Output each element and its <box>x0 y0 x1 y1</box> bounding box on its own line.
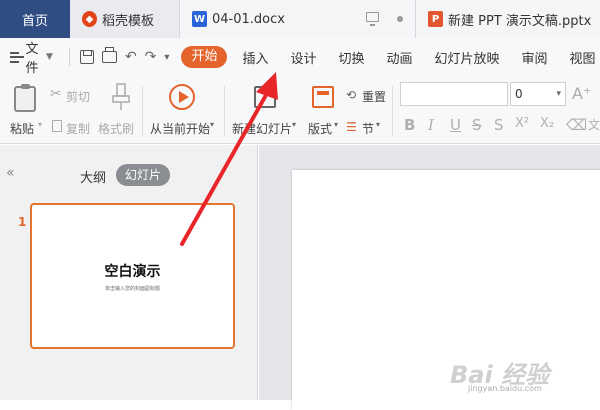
tab-pptx[interactable]: P 新建 PPT 演示文稿.pptx <box>416 0 600 38</box>
collapse-pane-icon[interactable]: « <box>6 165 15 181</box>
template-logo-icon: ◆ <box>82 11 97 27</box>
reset-icon: ⟲ <box>346 88 357 102</box>
paste-icon[interactable] <box>14 84 36 112</box>
chevron-down-icon: ▾ <box>556 89 561 99</box>
tab-pptx-label: 新建 PPT 演示文稿.pptx <box>448 13 592 29</box>
paste-dropdown-icon[interactable]: ▾ <box>38 120 42 129</box>
slides-view-tab[interactable]: 幻灯片 <box>116 164 170 186</box>
customize-chevron-icon[interactable]: ▾ <box>164 52 169 63</box>
layout-button[interactable]: 版式 <box>308 120 332 137</box>
tab-review[interactable]: 审阅 <box>511 48 559 67</box>
underline-icon[interactable]: U <box>450 116 461 134</box>
outline-view-tab[interactable]: 大纲 <box>80 167 106 186</box>
document-tab-bar: 首页 ◆ 稻壳模板 W 04-01.docx P 新建 PPT 演示文稿.ppt… <box>0 0 600 38</box>
slide-thumbnail-subtitle: 单击输入您的封面副标题 <box>104 286 160 292</box>
unsaved-dot-icon <box>397 16 403 22</box>
copy-button[interactable]: 复制 <box>66 120 90 137</box>
menu-icon <box>10 51 25 63</box>
tab-docx[interactable]: W 04-01.docx <box>180 0 416 38</box>
ribbon-tabs: 开始 插入 设计 切换 动画 幻灯片放映 审阅 视图 <box>177 46 600 68</box>
cut-button[interactable]: 剪切 <box>66 88 90 105</box>
section-button[interactable]: 节 <box>362 120 374 137</box>
chevron-down-icon: ▼ <box>46 52 53 62</box>
play-from-current-button[interactable]: 从当前开始 <box>150 120 210 137</box>
bold-icon[interactable]: B <box>404 116 415 134</box>
tab-start[interactable]: 开始 <box>181 46 228 68</box>
scissors-icon: ✂ <box>50 86 62 102</box>
tab-home[interactable]: 首页 <box>0 0 70 38</box>
tab-home-label: 首页 <box>21 13 48 29</box>
ppt-doc-icon: P <box>428 11 443 27</box>
tab-transitions[interactable]: 切换 <box>327 48 375 67</box>
divider <box>392 86 393 136</box>
redo-icon[interactable]: ↷ <box>145 49 157 65</box>
watermark-url: jingyan.baidu.com <box>468 384 542 393</box>
undo-icon[interactable]: ↶ <box>125 49 137 65</box>
reset-button[interactable]: 重置 <box>362 88 386 105</box>
font-size-value: 0 <box>515 87 523 101</box>
tab-animations[interactable]: 动画 <box>376 48 424 67</box>
tab-design[interactable]: 设计 <box>279 48 327 67</box>
copy-icon <box>52 120 62 132</box>
layout-icon <box>312 86 334 108</box>
slide-canvas[interactable] <box>292 170 600 410</box>
new-slide-button[interactable]: 新建幻灯片 <box>232 120 292 137</box>
window-icon[interactable] <box>366 12 379 26</box>
text-effects-icon[interactable]: 文 <box>588 116 600 133</box>
superscript-icon[interactable]: X² <box>515 116 529 131</box>
menu-bar: 文件 ▼ ↶ ↷ ▾ 开始 插入 设计 切换 动画 幻灯片放映 审阅 视图 <box>0 38 600 76</box>
ribbon-toolbar: 粘贴 ▾ ✂ 剪切 复制 格式刷 从当前开始 ▾ 新建幻灯片 ▾ 版式 ▾ ⟲ … <box>0 76 600 144</box>
format-painter-icon <box>112 83 130 110</box>
tab-templates[interactable]: ◆ 稻壳模板 <box>70 0 180 38</box>
play-icon <box>169 84 195 110</box>
file-menu-button[interactable]: 文件 ▼ <box>10 38 53 76</box>
italic-icon[interactable]: I <box>428 116 434 134</box>
font-size-select[interactable]: 0 ▾ <box>510 82 566 106</box>
divider <box>68 48 70 66</box>
quick-access-toolbar: ↶ ↷ ▾ <box>67 47 169 66</box>
font-family-select[interactable] <box>400 82 508 106</box>
clear-format-icon[interactable]: ⌫ <box>566 116 587 134</box>
new-slide-dropdown-icon[interactable]: ▾ <box>292 120 296 129</box>
tab-docx-label: 04-01.docx <box>212 11 285 27</box>
slide-thumbnail-pane: « 大纲 幻灯片 1 空白演示 单击输入您的封面副标题 <box>0 145 258 400</box>
slide-thumbnail[interactable]: 空白演示 单击输入您的封面副标题 <box>30 203 235 349</box>
tab-view[interactable]: 视图 <box>559 48 600 67</box>
shadow-text-icon[interactable]: S <box>494 116 504 134</box>
subscript-icon[interactable]: X₂ <box>540 116 554 131</box>
paste-button-label[interactable]: 粘贴 <box>10 120 34 137</box>
new-slide-icon <box>254 86 276 108</box>
slide-number: 1 <box>18 215 27 229</box>
print-icon[interactable] <box>101 47 117 63</box>
slide-thumbnail-title: 空白演示 <box>104 264 161 280</box>
layout-dropdown-icon[interactable]: ▾ <box>334 120 338 129</box>
increase-font-icon[interactable]: A⁺ <box>572 84 591 103</box>
divider <box>224 86 225 136</box>
section-icon: ☰ <box>346 120 357 134</box>
tab-slideshow[interactable]: 幻灯片放映 <box>424 48 511 67</box>
tab-templates-label: 稻壳模板 <box>102 13 155 29</box>
tab-insert[interactable]: 插入 <box>231 48 279 67</box>
strikethrough-icon[interactable]: S <box>472 116 482 134</box>
section-dropdown-icon[interactable]: ▾ <box>376 120 380 129</box>
divider <box>142 86 143 136</box>
word-doc-icon: W <box>192 11 207 27</box>
play-dropdown-icon[interactable]: ▾ <box>210 120 214 129</box>
save-icon[interactable] <box>79 50 94 64</box>
format-painter-button[interactable]: 格式刷 <box>98 120 134 137</box>
file-menu-label: 文件 <box>25 42 39 76</box>
